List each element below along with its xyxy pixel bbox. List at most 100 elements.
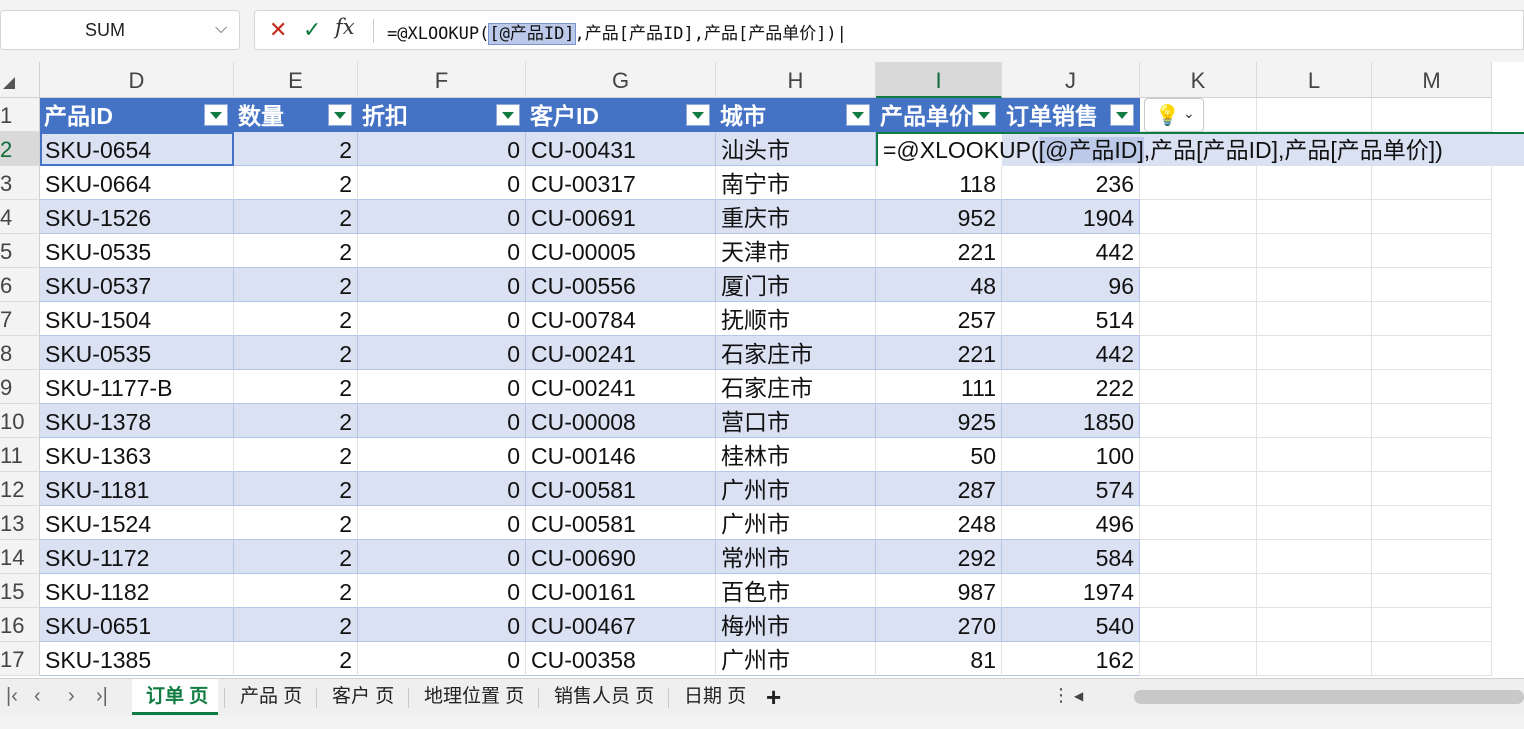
table-cell-cust[interactable]: CU-00556 [526,268,716,302]
table-cell-cust[interactable]: CU-00008 [526,404,716,438]
table-header-cell[interactable]: 产品ID [40,98,234,132]
first-sheet-icon[interactable]: |‹ [6,685,18,708]
empty-cell[interactable] [1372,234,1492,268]
table-cell-cust[interactable]: CU-00784 [526,302,716,336]
empty-cell[interactable] [1372,472,1492,506]
table-cell-id[interactable]: SKU-0535 [40,336,234,370]
spreadsheet-grid[interactable]: DEFGHIJKLM 1 2 3 4 5 6 7 8 9 10 11 12 13 14 15 16 17 产品I… [0,62,1524,678]
empty-cell[interactable] [1372,506,1492,540]
empty-cell[interactable] [1372,608,1492,642]
empty-cell[interactable] [1257,472,1372,506]
table-cell-id[interactable]: SKU-0537 [40,268,234,302]
table-cell-city[interactable]: 汕头市 [716,132,876,166]
table-cell-sales[interactable]: 1974 [1002,574,1140,608]
table-cell-sales[interactable]: 574 [1002,472,1140,506]
table-cell-id[interactable]: SKU-0535 [40,234,234,268]
table-cell-city[interactable]: 广州市 [716,506,876,540]
table-cell-disc[interactable]: 0 [358,472,526,506]
column-header-h[interactable]: H [716,62,876,98]
table-cell-disc[interactable]: 0 [358,132,526,166]
table-cell-disc[interactable]: 0 [358,200,526,234]
row-header[interactable]: 5 [0,234,40,268]
table-cell-qty[interactable]: 2 [234,404,358,438]
table-cell-price[interactable]: 221 [876,336,1002,370]
table-cell-id[interactable]: SKU-1181 [40,472,234,506]
row-header[interactable]: 17 [0,642,40,676]
table-cell-id[interactable]: SKU-1378 [40,404,234,438]
column-header-e[interactable]: E [234,62,358,98]
add-sheet-icon[interactable]: + [766,682,781,713]
table-cell-id[interactable]: SKU-1182 [40,574,234,608]
table-cell-city[interactable]: 广州市 [716,472,876,506]
row-header[interactable]: 16 [0,608,40,642]
table-cell-disc[interactable]: 0 [358,370,526,404]
table-cell-cust[interactable]: CU-00241 [526,336,716,370]
table-cell-sales[interactable]: 100 [1002,438,1140,472]
prev-sheet-icon[interactable]: ‹ [34,685,41,708]
table-cell-city[interactable]: 梅州市 [716,608,876,642]
empty-cell[interactable] [1257,642,1372,676]
sheet-tab[interactable]: 客户 页 [318,679,406,715]
column-header-g[interactable]: G [526,62,716,98]
empty-cell[interactable] [1372,166,1492,200]
table-cell-cust[interactable]: CU-00467 [526,608,716,642]
table-cell-id[interactable]: SKU-1385 [40,642,234,676]
empty-cell[interactable] [1257,608,1372,642]
table-cell-sales[interactable]: 96 [1002,268,1140,302]
table-cell-price[interactable]: 287 [876,472,1002,506]
table-cell-disc[interactable]: 0 [358,302,526,336]
table-cell-sales[interactable]: 236 [1002,166,1140,200]
empty-cell[interactable] [1140,438,1257,472]
table-cell-city[interactable]: 广州市 [716,642,876,676]
cancel-icon[interactable]: ✕ [269,17,287,43]
empty-cell[interactable] [1257,404,1372,438]
row-header[interactable]: 2 [0,132,40,166]
table-header-cell[interactable]: 产品单价 [876,98,1002,132]
table-cell-city[interactable]: 营口市 [716,404,876,438]
row-header[interactable]: 10 [0,404,40,438]
table-cell-disc[interactable]: 0 [358,642,526,676]
empty-cell[interactable] [1257,166,1372,200]
empty-cell[interactable] [1372,268,1492,302]
table-cell-sales[interactable]: 442 [1002,336,1140,370]
tab-split-handle[interactable]: ⋮ [1052,685,1070,706]
table-cell-cust[interactable]: CU-00691 [526,200,716,234]
name-box[interactable]: SUM ⌵ [0,10,240,50]
table-cell-qty[interactable]: 2 [234,234,358,268]
table-cell-city[interactable]: 百色市 [716,574,876,608]
sheet-tab[interactable]: 地理位置 页 [410,679,536,715]
table-cell-price[interactable]: 111 [876,370,1002,404]
row-header[interactable]: 9 [0,370,40,404]
table-cell-price[interactable]: 48 [876,268,1002,302]
table-cell-cust[interactable]: CU-00005 [526,234,716,268]
sheet-tab[interactable]: 日期 页 [670,679,758,715]
table-cell-cust[interactable]: CU-00431 [526,132,716,166]
table-cell-disc[interactable]: 0 [358,234,526,268]
formula-text[interactable]: =@XLOOKUP([@产品ID],产品[产品ID],产品[产品单价])| [387,19,847,45]
sheet-tab[interactable]: 产品 页 [226,679,314,715]
row-header[interactable]: 1 [0,98,40,132]
empty-cell[interactable] [1140,472,1257,506]
table-cell-qty[interactable]: 2 [234,132,358,166]
table-cell-price[interactable]: 270 [876,608,1002,642]
select-all-corner[interactable] [0,62,40,98]
empty-cell[interactable] [1257,370,1372,404]
row-header[interactable]: 13 [0,506,40,540]
column-header-k[interactable]: K [1140,62,1257,98]
table-cell-qty[interactable]: 2 [234,540,358,574]
empty-cell[interactable] [1257,302,1372,336]
table-cell-price[interactable]: 292 [876,540,1002,574]
table-cell-qty[interactable]: 2 [234,608,358,642]
table-cell-price[interactable]: 248 [876,506,1002,540]
empty-cell[interactable] [1372,404,1492,438]
empty-cell[interactable] [1372,642,1492,676]
row-header[interactable]: 14 [0,540,40,574]
insert-function-icon[interactable]: fx [335,15,355,39]
empty-cell[interactable] [1140,540,1257,574]
row-header[interactable]: 12 [0,472,40,506]
empty-cell[interactable] [1140,608,1257,642]
table-cell-cust[interactable]: CU-00241 [526,370,716,404]
column-header-j[interactable]: J [1002,62,1140,98]
empty-cell[interactable] [1372,302,1492,336]
table-cell-city[interactable]: 重庆市 [716,200,876,234]
